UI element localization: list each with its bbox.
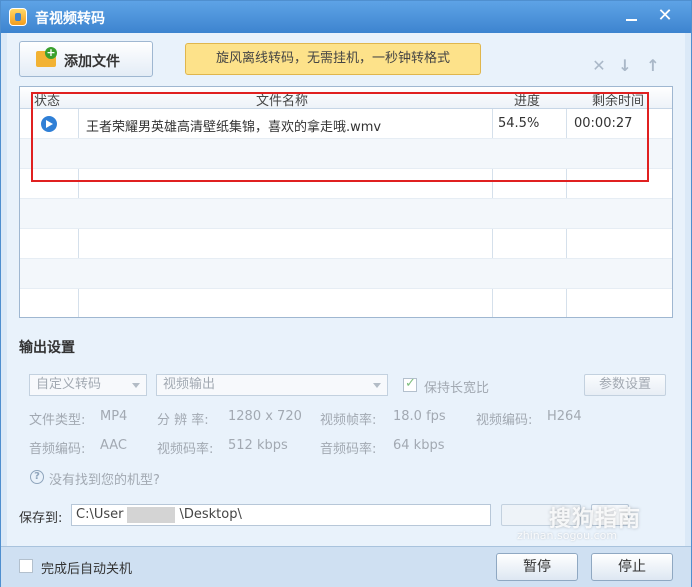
fps-value: 18.0 fps — [393, 409, 446, 424]
vbitrate-label: 视频码率: — [157, 442, 214, 457]
watermark-url: zhinan.sogou.com — [517, 529, 618, 542]
add-folder-icon — [36, 47, 57, 67]
save-path-start: C:\User — [76, 507, 124, 522]
acodec-label: 音频编码: — [29, 442, 86, 457]
auto-shutdown-checkbox[interactable] — [19, 559, 33, 573]
add-file-button[interactable]: 添加文件 — [19, 41, 153, 77]
promo-banner[interactable]: 旋风离线转码，无需挂机，一秒钟转格式 — [185, 43, 481, 75]
app-icon — [9, 8, 27, 26]
file-type-label: 文件类型: — [29, 413, 86, 428]
output-settings-title: 输出设置 — [19, 340, 75, 356]
chevron-down-icon — [373, 383, 381, 388]
resolution-value: 1280 x 720 — [228, 409, 302, 424]
move-up-icon[interactable]: ↑ — [644, 57, 662, 75]
params-button[interactable]: 参数设置 — [584, 374, 666, 396]
file-type-value: MP4 — [100, 409, 128, 424]
highlight-annotation — [31, 92, 649, 182]
keep-ratio-label: 保持长宽比 — [424, 381, 490, 396]
vbitrate-value: 512 kbps — [228, 438, 288, 453]
chevron-down-icon — [132, 383, 140, 388]
close-button[interactable]: ✕ — [652, 5, 678, 27]
keep-ratio-checkbox[interactable] — [403, 376, 417, 392]
preset-value: 自定义转码 — [36, 377, 102, 392]
help-icon: ? — [30, 470, 44, 484]
redacted-area — [127, 507, 175, 523]
stop-button[interactable]: 停止 — [591, 553, 673, 581]
move-down-icon[interactable]: ↓ — [616, 57, 634, 75]
format-value: 视频输出 — [163, 377, 216, 392]
converter-window: 音视频转码 ✕ 添加文件 旋风离线转码，无需挂机，一秒钟转格式 ✕ ↓ ↑ 状态… — [0, 0, 692, 587]
preset-select[interactable]: 自定义转码 — [29, 374, 147, 396]
window-title: 音视频转码 — [35, 11, 105, 27]
help-link[interactable]: 没有找到您的机型? — [49, 469, 160, 488]
acodec-value: AAC — [100, 438, 127, 453]
vcodec-label: 视频编码: — [476, 413, 533, 428]
pause-button[interactable]: 暂停 — [496, 553, 578, 581]
fps-label: 视频帧率: — [320, 413, 377, 428]
save-path-end: \Desktop\ — [179, 507, 242, 522]
add-file-label: 添加文件 — [64, 54, 120, 70]
footer-bar: 完成后自动关机 暂停 停止 — [1, 546, 691, 587]
minimize-button[interactable] — [618, 5, 644, 27]
abitrate-value: 64 kbps — [393, 438, 445, 453]
resolution-label: 分 辨 率: — [157, 413, 209, 428]
save-to-label: 保存到: — [19, 511, 63, 526]
remove-icon[interactable]: ✕ — [590, 57, 608, 75]
abitrate-label: 音频码率: — [320, 442, 377, 457]
vcodec-value: H264 — [547, 409, 582, 424]
format-select[interactable]: 视频输出 — [156, 374, 388, 396]
title-bar: 音视频转码 ✕ — [1, 1, 691, 33]
auto-shutdown-label: 完成后自动关机 — [41, 562, 133, 577]
